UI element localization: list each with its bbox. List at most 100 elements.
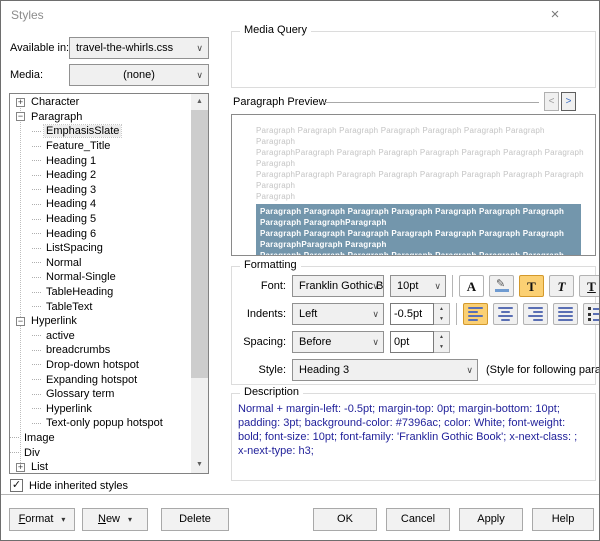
tree-item-breadcrumbs[interactable]: breadcrumbs bbox=[10, 343, 191, 358]
tree-item-normal[interactable]: Normal bbox=[10, 256, 191, 271]
align-right-button[interactable] bbox=[523, 303, 548, 325]
tree-expand-icon[interactable]: + bbox=[16, 97, 25, 107]
tree-expand-icon[interactable]: + bbox=[16, 462, 25, 472]
tree-item-character[interactable]: + Character bbox=[10, 95, 191, 110]
preview-header-rule bbox=[323, 102, 539, 103]
tree-connector bbox=[32, 379, 41, 381]
tree-item-listspacing[interactable]: ListSpacing bbox=[10, 241, 191, 256]
tree-item-feature-title[interactable]: Feature_Title bbox=[10, 139, 191, 154]
tree-item-label: EmphasisSlate bbox=[42, 124, 123, 139]
footer-separator bbox=[1, 494, 599, 495]
tree-item-label: Heading 3 bbox=[46, 183, 97, 196]
indents-amount-input[interactable] bbox=[390, 303, 434, 325]
justify-button[interactable] bbox=[553, 303, 578, 325]
tree-item-label: Glossary term bbox=[46, 388, 115, 401]
tree-item-drop-down-hotspot[interactable]: Drop-down hotspot bbox=[10, 358, 191, 373]
tree-item-heading-5[interactable]: Heading 5 bbox=[10, 212, 191, 227]
bold-button[interactable]: T bbox=[519, 275, 544, 297]
tree-connector bbox=[10, 437, 19, 439]
spin-up-icon[interactable]: ▲ bbox=[434, 304, 449, 314]
tree-item-text-only-popup-hotspot[interactable]: Text-only popup hotspot bbox=[10, 416, 191, 431]
paragraph-preview-label: Paragraph Preview bbox=[233, 96, 327, 108]
checkbox-check-icon[interactable]: ✓ bbox=[10, 479, 23, 492]
tree-item-image[interactable]: Image bbox=[10, 431, 191, 446]
tree-item-heading-6[interactable]: Heading 6 bbox=[10, 226, 191, 241]
tree-item-tabletext[interactable]: TableText bbox=[10, 299, 191, 314]
tree-item-active[interactable]: active bbox=[10, 329, 191, 344]
preview-previous-button[interactable]: < bbox=[544, 92, 559, 111]
preview-before-paragraph: Paragraph Paragraph Paragraph Paragraph … bbox=[256, 126, 584, 201]
tree-item-heading-4[interactable]: Heading 4 bbox=[10, 197, 191, 212]
highlighter-color-bar bbox=[495, 289, 509, 292]
tree-item-label: Drop-down hotspot bbox=[46, 358, 139, 371]
tree-item-div[interactable]: Div bbox=[10, 445, 191, 460]
tree-item-emphasisslate[interactable]: EmphasisSlate bbox=[10, 124, 191, 139]
available-in-combobox[interactable]: travel-the-whirls.css ∨ bbox=[69, 37, 209, 59]
tree-item-glossary-term[interactable]: Glossary term bbox=[10, 387, 191, 402]
tree-item-heading-3[interactable]: Heading 3 bbox=[10, 183, 191, 198]
tree-item-label: TableText bbox=[46, 300, 93, 313]
chevron-down-icon: ∨ bbox=[466, 365, 473, 375]
align-right-icon bbox=[528, 307, 543, 321]
spacing-value: Before bbox=[299, 336, 332, 348]
tree-item-tableheading[interactable]: TableHeading bbox=[10, 285, 191, 300]
close-icon[interactable]: × bbox=[545, 6, 565, 24]
spin-up-icon[interactable]: ▲ bbox=[434, 332, 449, 342]
cancel-button[interactable]: Cancel bbox=[386, 508, 450, 531]
tree-item-heading-1[interactable]: Heading 1 bbox=[10, 153, 191, 168]
chevron-down-icon: ∨ bbox=[372, 309, 379, 319]
ok-button[interactable]: OK bbox=[313, 508, 377, 531]
scroll-down-icon[interactable]: ▼ bbox=[191, 457, 208, 473]
bullet-list-button[interactable] bbox=[583, 303, 599, 325]
scrollbar-thumb[interactable] bbox=[191, 110, 208, 378]
indents-combobox[interactable]: Left ∨ bbox=[292, 303, 384, 325]
align-left-button[interactable] bbox=[463, 303, 488, 325]
chevron-down-icon: ∨ bbox=[372, 337, 379, 347]
tree-item-label: Hyperlink bbox=[31, 315, 77, 328]
font-size-combobox[interactable]: 10pt ∨ bbox=[390, 275, 446, 297]
scroll-up-icon[interactable]: ▲ bbox=[191, 94, 208, 110]
tree-item-label: Div bbox=[24, 446, 40, 459]
spin-down-icon[interactable]: ▼ bbox=[434, 314, 449, 324]
format-button[interactable]: Format ▾ bbox=[9, 508, 75, 531]
tree-connector bbox=[32, 247, 41, 249]
tree-connector bbox=[32, 306, 41, 308]
hide-inherited-styles-row[interactable]: ✓ Hide inherited styles bbox=[10, 479, 128, 492]
spacing-combobox[interactable]: Before ∨ bbox=[292, 331, 384, 353]
spin-down-icon[interactable]: ▼ bbox=[434, 342, 449, 352]
preview-next-button[interactable]: > bbox=[561, 92, 576, 111]
tree-rows: + Character − Paragraph EmphasisSlate Feature… bbox=[10, 95, 191, 473]
tree-item-normal-single[interactable]: Normal-Single bbox=[10, 270, 191, 285]
tree-collapse-icon[interactable]: − bbox=[16, 316, 25, 326]
help-button[interactable]: Help bbox=[532, 508, 594, 531]
indents-amount-spinner[interactable]: ▲ ▼ bbox=[390, 303, 450, 325]
highlight-button[interactable]: ✎ bbox=[489, 275, 514, 297]
italic-button[interactable]: T bbox=[549, 275, 574, 297]
tree-item-hyperlink[interactable]: − Hyperlink bbox=[10, 314, 191, 329]
tree-connector bbox=[32, 393, 41, 395]
tree-item-label: breadcrumbs bbox=[46, 344, 111, 357]
tree-item-paragraph[interactable]: − Paragraph bbox=[10, 110, 191, 125]
tree-item-label: Heading 6 bbox=[46, 227, 97, 240]
tree-scrollbar[interactable]: ▲ ▼ bbox=[191, 94, 208, 473]
tree-item-expanding-hotspot[interactable]: Expanding hotspot bbox=[10, 372, 191, 387]
tree-item-heading-2[interactable]: Heading 2 bbox=[10, 168, 191, 183]
font-color-button[interactable]: A bbox=[459, 275, 484, 297]
align-center-button[interactable] bbox=[493, 303, 518, 325]
spacing-amount-spinner[interactable]: ▲ ▼ bbox=[390, 331, 450, 353]
tree-item-label: TableHeading bbox=[46, 286, 114, 299]
delete-button[interactable]: Delete bbox=[161, 508, 229, 531]
style-combobox[interactable]: Heading 3 ∨ bbox=[292, 359, 478, 381]
underline-button[interactable]: T bbox=[579, 275, 599, 297]
media-combobox[interactable]: (none) ∨ bbox=[69, 64, 209, 86]
tree-item-hyperlink[interactable]: Hyperlink bbox=[10, 401, 191, 416]
font-combobox[interactable]: Franklin Gothic B ∨ bbox=[292, 275, 384, 297]
spacing-amount-input[interactable] bbox=[390, 331, 434, 353]
styles-dialog: Styles × Available in: travel-the-whirls… bbox=[0, 0, 600, 541]
tree-collapse-icon[interactable]: − bbox=[16, 112, 25, 122]
tree-item-label: Heading 4 bbox=[46, 198, 97, 211]
tree-item-list[interactable]: + List bbox=[10, 460, 191, 473]
new-button[interactable]: New ▾ bbox=[82, 508, 148, 531]
media-query-label: Media Query bbox=[240, 24, 311, 36]
apply-button[interactable]: Apply bbox=[459, 508, 523, 531]
